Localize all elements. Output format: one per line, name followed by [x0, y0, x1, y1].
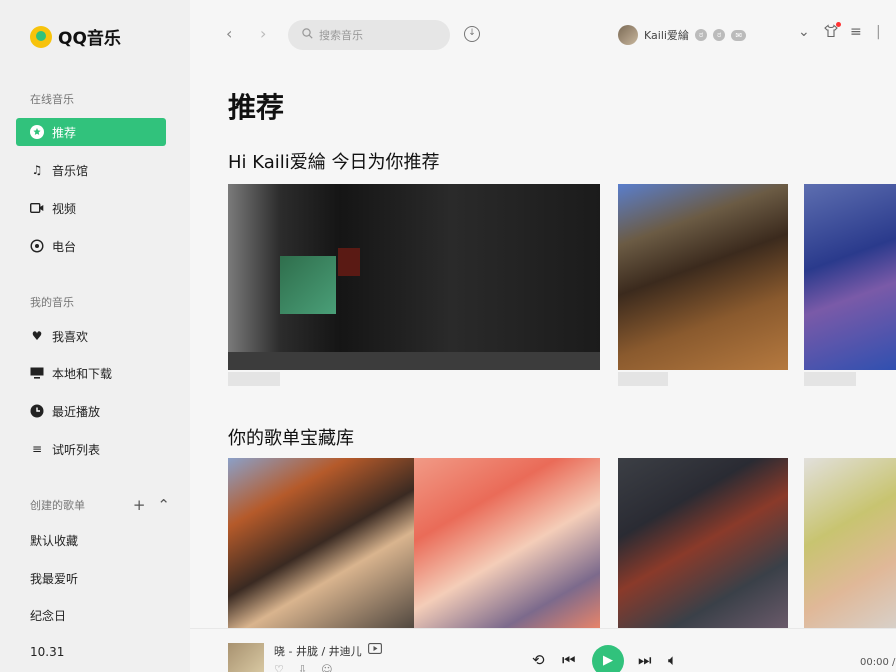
created-playlists-header: 创建的歌单 + ⌃	[30, 496, 170, 514]
song-actions: ♡ ⇩ ☺	[274, 663, 333, 672]
sidebar-item-label: 本地和下载	[52, 366, 113, 381]
sidebar-item-liked[interactable]: ♥ 我喜欢	[16, 322, 166, 350]
like-icon[interactable]: ♡	[274, 663, 284, 672]
section-title-created: 创建的歌单	[30, 499, 85, 512]
search-icon	[302, 28, 313, 42]
menu-icon[interactable]: ≡	[850, 24, 862, 40]
app-window: QQ音乐 在线音乐 推荐 ♫ 音乐馆 视频 电台 我的音乐 ♥ 我喜欢 本地和下…	[0, 0, 896, 672]
loop-icon[interactable]: ⟲	[532, 651, 545, 669]
message-badge[interactable]: ✉	[731, 29, 747, 41]
heart-icon: ♥	[31, 329, 43, 343]
playlist-item[interactable]: 我最爱听	[30, 570, 78, 587]
skin-icon[interactable]	[824, 24, 838, 42]
vip-badge[interactable]: ಠ	[694, 29, 708, 41]
divider: |	[876, 24, 881, 40]
page-title: 推荐	[228, 91, 285, 124]
playlist-item[interactable]: 默认收藏	[30, 532, 78, 549]
sidebar-item-label: 推荐	[52, 125, 77, 140]
sidebar-item-video[interactable]: 视频	[16, 194, 166, 222]
search-input[interactable]: 搜索音乐	[288, 20, 450, 50]
playlist-card-3[interactable]	[618, 458, 788, 628]
list-icon: ≡	[31, 442, 43, 456]
now-playing-info: 晓 - 井胧 / 井迪儿	[274, 643, 382, 659]
playlist-card-2[interactable]	[414, 458, 600, 628]
add-icon[interactable]: +	[133, 496, 146, 514]
playlist-card-1[interactable]	[228, 458, 414, 628]
recommend-card-2[interactable]	[618, 184, 788, 370]
sidebar-item-label: 音乐馆	[52, 163, 89, 178]
sidebar-item-radio[interactable]: 电台	[16, 232, 166, 260]
monitor-icon	[30, 366, 44, 380]
previous-icon[interactable]: ⏮	[562, 651, 576, 669]
chevron-up-icon[interactable]: ⌃	[157, 496, 170, 514]
download-icon[interactable]: ⇩	[298, 663, 307, 672]
app-name: QQ音乐	[58, 29, 121, 49]
avatar[interactable]	[618, 25, 638, 45]
notification-dot	[836, 22, 841, 27]
section-title-daily: Hi Kaili爱綸 今日为你推荐	[228, 152, 440, 173]
sidebar-item-preview-list[interactable]: ≡ 试听列表	[16, 435, 166, 463]
playlist-item[interactable]: 纪念日	[30, 607, 66, 624]
next-icon[interactable]: ⏭	[638, 651, 652, 669]
username[interactable]: Kaili爱綸	[644, 27, 689, 43]
level-badge[interactable]: ಠ	[713, 29, 726, 41]
sidebar-item-local-downloads[interactable]: 本地和下载	[16, 359, 166, 387]
section-title-my-music: 我的音乐	[30, 296, 74, 309]
sidebar: QQ音乐 在线音乐 推荐 ♫ 音乐馆 视频 电台 我的音乐 ♥ 我喜欢 本地和下…	[0, 0, 190, 672]
sidebar-item-recent[interactable]: 最近播放	[16, 397, 166, 425]
sidebar-item-label: 试听列表	[52, 442, 101, 457]
card-art-block	[280, 256, 336, 314]
recommend-card-3[interactable]	[804, 184, 896, 370]
section-title-playlist-treasure: 你的歌单宝藏库	[228, 428, 354, 449]
music-note-icon: ♫	[31, 163, 43, 177]
sidebar-item-label: 我喜欢	[52, 329, 89, 344]
now-playing-cover[interactable]	[228, 643, 264, 672]
volume-icon[interactable]: 🔈︎	[668, 651, 677, 669]
search-placeholder: 搜索音乐	[319, 29, 363, 42]
sidebar-item-recommend[interactable]: 推荐	[16, 118, 166, 146]
sidebar-item-music-hall[interactable]: ♫ 音乐馆	[16, 156, 166, 184]
star-icon	[30, 125, 44, 139]
play-time: 00:00 /	[860, 657, 896, 668]
player-bar: 晓 - 井胧 / 井迪儿 ♡ ⇩ ☺ ⟲ ⏮ ▶ ⏭ 🔈︎ 00:00 /	[190, 628, 896, 672]
qq-music-logo-icon	[30, 25, 52, 48]
forward-arrow-icon[interactable]: ›	[260, 24, 266, 43]
download-icon[interactable]: ↓	[464, 26, 480, 42]
now-playing-title[interactable]: 晓 - 井胧 / 井迪儿	[274, 643, 362, 659]
user-area[interactable]: Kaili爱綸 ಠ ಠ ✉	[618, 25, 747, 45]
chevron-down-icon[interactable]: ⌄	[798, 24, 810, 40]
top-bar: ‹ › 搜索音乐 ↓ Kaili爱綸 ಠ ಠ ✉ ⌄ ≡ |	[190, 0, 896, 70]
mv-icon[interactable]	[367, 643, 382, 659]
playlist-item[interactable]: 10.31	[30, 645, 64, 659]
recommend-card-1[interactable]	[228, 184, 600, 370]
playlist-card-4[interactable]	[804, 458, 896, 628]
sidebar-item-label: 视频	[52, 201, 77, 216]
card-caption-placeholder	[618, 372, 668, 386]
card-caption-placeholder	[228, 372, 280, 386]
card-caption-placeholder	[804, 372, 856, 386]
section-title-online: 在线音乐	[30, 93, 74, 106]
comment-icon[interactable]: ☺	[321, 663, 332, 672]
card-art-block	[228, 352, 600, 370]
card-art-block	[338, 248, 360, 276]
radio-icon	[30, 239, 44, 253]
sidebar-item-label: 电台	[52, 239, 77, 254]
play-button[interactable]: ▶	[592, 645, 624, 672]
video-icon	[30, 201, 44, 215]
back-arrow-icon[interactable]: ‹	[226, 24, 232, 43]
clock-icon	[30, 404, 44, 418]
sidebar-item-label: 最近播放	[52, 404, 101, 419]
app-logo[interactable]: QQ音乐	[30, 24, 121, 49]
